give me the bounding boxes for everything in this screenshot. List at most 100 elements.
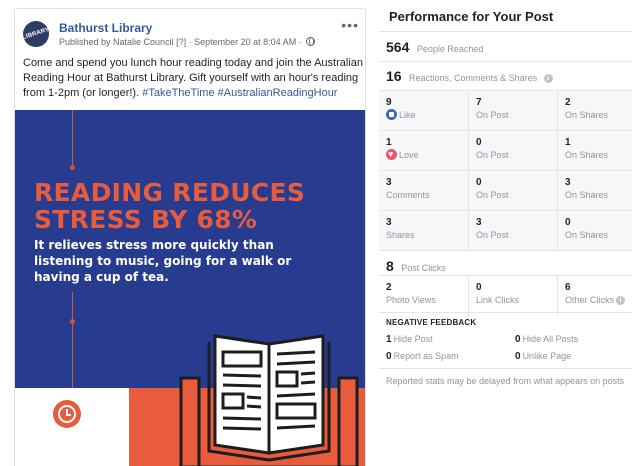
like-on-shares-cell: 2 On Shares <box>557 91 632 131</box>
post-clicks-label: Post Clicks <box>401 263 446 273</box>
comments-cell: 3 Comments <box>379 171 467 211</box>
more-options-icon[interactable]: ••• <box>341 17 359 33</box>
post-clicks-value: 8 <box>386 258 394 274</box>
love-label: Love <box>399 150 419 160</box>
unlike-label: Unlike Page <box>522 351 572 361</box>
shares-label: Shares <box>386 230 415 240</box>
post-body: Come and spend you lunch hour reading to… <box>23 56 363 101</box>
love-on-shares-label: On Shares <box>565 150 609 160</box>
love-on-post-cell: 0 On Post <box>468 131 556 171</box>
like-on-shares-label: On Shares <box>565 110 609 120</box>
clicks-breakdown: 2 Photo Views 0 Link Clicks 6 Other Clic… <box>379 275 632 316</box>
page-name-link[interactable]: Bathurst Library <box>59 21 152 35</box>
post-meta: Published by Natalie Council [?] · Septe… <box>59 37 316 47</box>
love-icon <box>386 148 397 161</box>
info-icon[interactable]: i <box>543 74 553 83</box>
stat-row-like: 9 Like 7 On Post 2 On Shares <box>379 90 632 131</box>
post-timestamp[interactable]: · September 20 at 8:04 AM · <box>189 37 302 47</box>
panel-title: Performance for Your Post <box>389 9 554 24</box>
photo-views-count: 2 <box>386 282 392 293</box>
comments-on-shares-count: 3 <box>565 177 571 188</box>
post-hashtags[interactable]: #TakeTheTime #AustralianReadingHour <box>142 87 337 99</box>
negative-feedback-title: NEGATIVE FEEDBACK <box>386 318 477 327</box>
avatar-logo-text: LIBRARY <box>23 26 49 42</box>
hide-all-count: 0 <box>515 334 521 345</box>
like-on-shares-count: 2 <box>565 97 571 108</box>
comments-count: 3 <box>386 177 392 188</box>
publisher-text: Published by Natalie Council <box>59 37 174 47</box>
like-cell: 9 Like <box>379 91 467 131</box>
comments-on-shares-label: On Shares <box>565 190 609 200</box>
like-label: Like <box>399 110 416 120</box>
engagement-value: 16 <box>386 68 402 84</box>
decorative-line <box>72 292 73 322</box>
page-avatar[interactable]: LIBRARY <box>23 21 49 47</box>
spam-label: Report as Spam <box>393 351 459 361</box>
shares-on-post-count: 3 <box>476 217 482 228</box>
divider <box>379 312 632 313</box>
other-clicks-label: Other Clicks <box>565 295 615 305</box>
clock-icon <box>53 400 81 428</box>
love-on-post-label: On Post <box>476 150 509 160</box>
link-clicks-count: 0 <box>476 282 482 293</box>
info-icon[interactable]: i <box>616 296 626 305</box>
other-clicks-cell: 6 Other Clicks i <box>557 276 632 316</box>
stat-row-shares: 3 Shares 3 On Post 0 On Shares <box>379 210 632 251</box>
unlike-count: 0 <box>515 351 521 362</box>
shares-on-shares-cell: 0 On Shares <box>557 211 632 251</box>
like-on-post-count: 7 <box>476 97 482 108</box>
engagement-row: 16 Reactions, Comments & Shares i <box>386 68 553 86</box>
like-count: 9 <box>386 97 392 108</box>
performance-panel: Performance for Your Post 564 People Rea… <box>379 0 632 466</box>
help-link[interactable]: [?] <box>176 37 186 47</box>
link-clicks-label: Link Clicks <box>476 295 520 305</box>
photo-views-label: Photo Views <box>386 295 436 305</box>
post-card: LIBRARY Bathurst Library Published by Na… <box>14 8 366 466</box>
divider <box>379 31 632 32</box>
headline-line-2: STRESS BY 68% <box>34 205 258 234</box>
decorative-line <box>72 110 73 167</box>
comments-label: Comments <box>386 190 430 200</box>
like-icon <box>386 109 397 120</box>
link-clicks-cell: 0 Link Clicks <box>468 276 556 316</box>
divider <box>379 368 632 369</box>
globe-icon <box>306 37 316 46</box>
shares-count: 3 <box>386 217 392 228</box>
engagement-label: Reactions, Comments & Shares <box>409 73 538 83</box>
headline-line-1: READING REDUCES <box>34 178 306 207</box>
stat-row-love: 1 Love 0 On Post 1 On Shares <box>379 130 632 171</box>
open-book-icon <box>179 334 359 466</box>
shares-on-post-cell: 3 On Post <box>468 211 556 251</box>
divider <box>379 61 632 62</box>
other-clicks-count: 6 <box>565 282 571 293</box>
photo-views-cell: 2 Photo Views <box>379 276 467 316</box>
hide-post-count: 1 <box>386 334 392 345</box>
stats-footnote: Reported stats may be delayed from what … <box>386 376 625 386</box>
post-header: LIBRARY Bathurst Library Published by Na… <box>23 17 363 51</box>
love-count: 1 <box>386 137 392 148</box>
love-on-post-count: 0 <box>476 137 482 148</box>
shares-cell: 3 Shares <box>379 211 467 251</box>
comments-on-post-count: 0 <box>476 177 482 188</box>
divider <box>379 250 632 251</box>
like-on-post-label: On Post <box>476 110 509 120</box>
hide-all-posts-stat: 0 Hide All Posts <box>515 334 578 345</box>
comments-on-shares-cell: 3 On Shares <box>557 171 632 211</box>
hide-post-label: Hide Post <box>393 334 433 344</box>
love-on-shares-count: 1 <box>565 137 571 148</box>
spam-count: 0 <box>386 351 392 362</box>
love-cell: 1 Love <box>379 131 467 171</box>
like-on-post-cell: 7 On Post <box>468 91 556 131</box>
shares-on-shares-label: On Shares <box>565 230 609 240</box>
shares-on-shares-count: 0 <box>565 217 571 228</box>
love-on-shares-cell: 1 On Shares <box>557 131 632 171</box>
comments-on-post-cell: 0 On Post <box>468 171 556 211</box>
post-image[interactable]: READING REDUCES STRESS BY 68% It relieve… <box>15 110 365 466</box>
image-subtext: It relieves stress more quickly than lis… <box>34 238 292 284</box>
people-reached-row: 564 People Reached <box>386 39 483 57</box>
stat-row-comments: 3 Comments 0 On Post 3 On Shares <box>379 170 632 211</box>
decorative-dot <box>70 165 75 170</box>
hide-all-label: Hide All Posts <box>522 334 579 344</box>
post-clicks-row: 8 Post Clicks <box>386 258 446 276</box>
shares-on-post-label: On Post <box>476 230 509 240</box>
